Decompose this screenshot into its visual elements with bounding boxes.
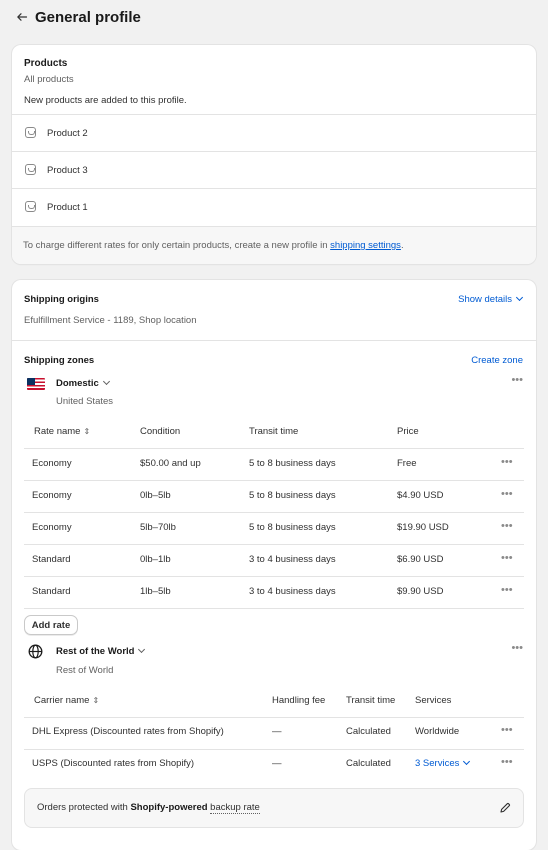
page-header: General profile: [16, 8, 141, 26]
page-title: General profile: [35, 8, 141, 26]
sort-icon[interactable]: ⇕: [83, 427, 90, 436]
product-name[interactable]: Product 2: [47, 128, 88, 139]
sort-icon[interactable]: ⇕: [92, 696, 99, 705]
more-actions-icon[interactable]: •••: [511, 374, 523, 386]
rate-transit: 3 to 4 business days: [249, 554, 336, 565]
rate-condition: 5lb–70lb: [140, 522, 176, 533]
chevron-down-icon: [463, 757, 471, 766]
zone-domestic-name[interactable]: Domestic: [56, 377, 110, 389]
chevron-down-icon: [102, 377, 110, 386]
more-actions-icon[interactable]: •••: [501, 756, 513, 768]
globe-icon: [28, 644, 43, 659]
us-flag-icon: [27, 378, 45, 390]
rate-name: Standard: [32, 554, 71, 565]
product-image-icon: [25, 201, 36, 212]
column-header-price: Price: [397, 426, 419, 437]
rate-price: $9.90 USD: [397, 586, 444, 597]
back-arrow-icon[interactable]: [16, 11, 28, 23]
product-image-icon: [25, 164, 36, 175]
more-actions-icon[interactable]: •••: [501, 724, 513, 736]
products-heading: Products: [24, 58, 68, 69]
rate-name: Standard: [32, 586, 71, 597]
edit-pencil-icon[interactable]: [499, 802, 511, 814]
more-actions-icon[interactable]: •••: [501, 456, 513, 468]
products-footer-text: To charge different rates for only certa…: [23, 240, 404, 251]
rate-transit: 5 to 8 business days: [249, 490, 336, 501]
backup-rate-text: Orders protected with Shopify-powered ba…: [37, 802, 260, 814]
more-actions-icon[interactable]: •••: [501, 488, 513, 500]
add-rate-button[interactable]: Add rate: [24, 615, 78, 635]
products-card: Products All products New products are a…: [12, 45, 536, 264]
products-note: New products are added to this profile.: [24, 95, 187, 106]
rate-condition: 1lb–5lb: [140, 586, 171, 597]
rate-name: Economy: [32, 522, 72, 533]
shipping-settings-link[interactable]: shipping settings: [330, 240, 401, 251]
more-actions-icon[interactable]: •••: [501, 584, 513, 596]
product-image-icon: [25, 127, 36, 138]
carrier-name: DHL Express (Discounted rates from Shopi…: [32, 726, 224, 737]
carrier-transit: Calculated: [346, 758, 391, 769]
handling-fee: —: [272, 758, 282, 769]
shipping-origins-heading: Shipping origins: [24, 294, 99, 305]
column-header-condition: Condition: [140, 426, 181, 437]
rate-transit: 5 to 8 business days: [249, 522, 336, 533]
rate-price: $6.90 USD: [397, 554, 444, 565]
carrier-services: Worldwide: [415, 726, 460, 737]
rate-price: $19.90 USD: [397, 522, 449, 533]
products-footer: To charge different rates for only certa…: [12, 226, 536, 264]
column-header-carrier-name[interactable]: Carrier name ⇕: [34, 695, 99, 706]
product-name[interactable]: Product 3: [47, 165, 88, 176]
shipping-origin-detail: Efulfillment Service - 1189, Shop locati…: [24, 315, 197, 326]
carrier-name: USPS (Discounted rates from Shopify): [32, 758, 195, 769]
column-header-transit: Transit time: [249, 426, 299, 437]
column-header-transit: Transit time: [346, 695, 396, 706]
zone-world-region: Rest of World: [56, 665, 114, 676]
rate-name: Economy: [32, 490, 72, 501]
shipping-zones-heading: Shipping zones: [24, 355, 95, 366]
services-dropdown[interactable]: 3 Services: [415, 757, 471, 769]
chevron-down-icon: [515, 293, 524, 302]
product-name[interactable]: Product 1: [47, 202, 88, 213]
shipping-card: Shipping origins Show details Efulfillme…: [12, 280, 536, 850]
zone-world-name[interactable]: Rest of the World: [56, 645, 146, 657]
more-actions-icon[interactable]: •••: [501, 552, 513, 564]
rate-price: $4.90 USD: [397, 490, 444, 501]
column-header-services: Services: [415, 695, 452, 706]
chevron-down-icon: [138, 645, 146, 654]
products-subheading: All products: [24, 74, 74, 85]
rate-condition: $50.00 and up: [140, 458, 201, 469]
show-details-button[interactable]: Show details: [458, 293, 524, 305]
more-actions-icon[interactable]: •••: [501, 520, 513, 532]
backup-rate-link[interactable]: backup rate: [210, 802, 260, 814]
rate-price: Free: [397, 458, 417, 469]
create-zone-button[interactable]: Create zone: [471, 355, 523, 366]
zone-domestic-region: United States: [56, 396, 114, 407]
column-header-handling-fee: Handling fee: [272, 695, 326, 706]
carrier-transit: Calculated: [346, 726, 391, 737]
rate-transit: 5 to 8 business days: [249, 458, 336, 469]
rate-condition: 0lb–1lb: [140, 554, 171, 565]
more-actions-icon[interactable]: •••: [511, 642, 523, 654]
column-header-rate-name[interactable]: Rate name ⇕: [34, 426, 90, 437]
rate-condition: 0lb–5lb: [140, 490, 171, 501]
backup-rate-banner: Orders protected with Shopify-powered ba…: [24, 788, 524, 828]
rate-transit: 3 to 4 business days: [249, 586, 336, 597]
handling-fee: —: [272, 726, 282, 737]
rate-name: Economy: [32, 458, 72, 469]
